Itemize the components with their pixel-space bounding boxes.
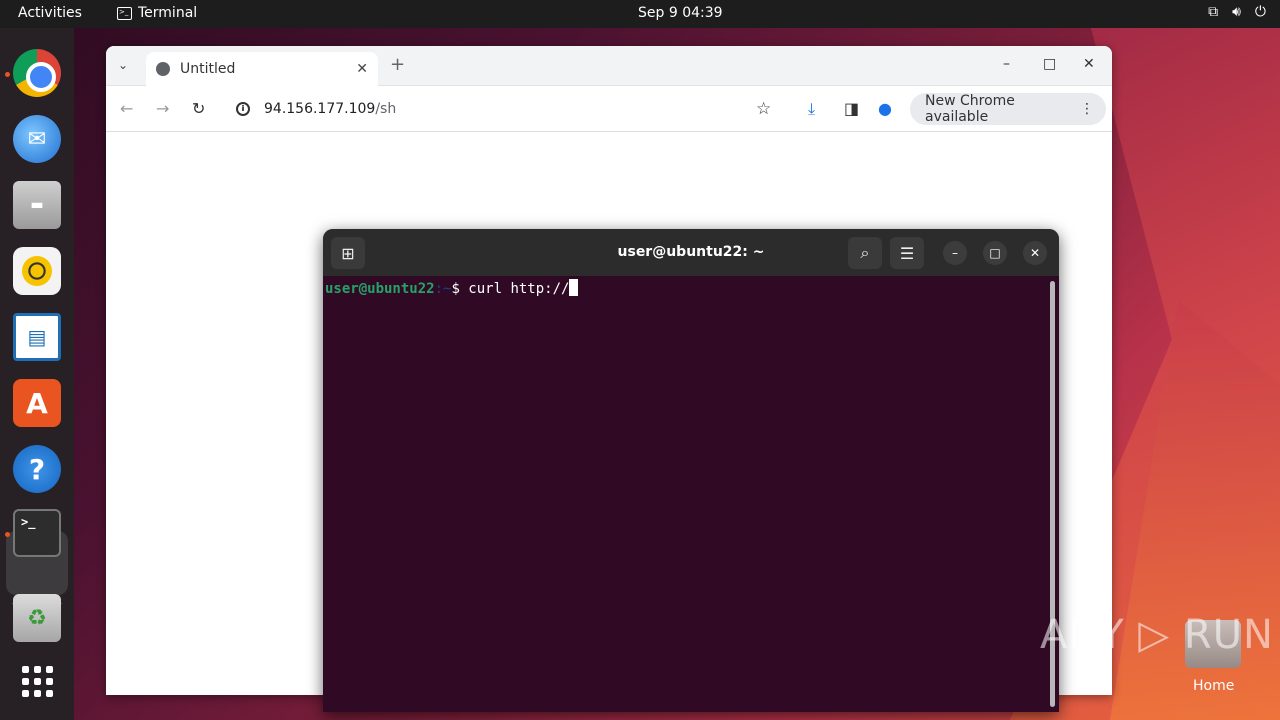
- dock-help[interactable]: ?: [12, 444, 62, 494]
- browser-toolbar: ← → ↻ i 94.156.177.109/sh ☆ ⤓ ◨ ● New Ch…: [106, 86, 1112, 132]
- forward-button[interactable]: →: [156, 99, 169, 118]
- minimize-button[interactable]: –: [943, 241, 967, 265]
- dock-rhythmbox[interactable]: [12, 246, 62, 296]
- clock[interactable]: Sep 9 04:39: [638, 5, 723, 21]
- dock-software[interactable]: A: [12, 378, 62, 428]
- chrome-icon: [13, 49, 61, 97]
- downloads-icon[interactable]: ⤓: [808, 99, 815, 119]
- network-icon: ⧉: [1208, 4, 1219, 20]
- thunderbird-icon: ✉: [13, 115, 61, 163]
- dock: ✉ ▬ ▤ A ? >_ ♻: [0, 28, 74, 720]
- anyrun-watermark: ANY ▷ RUN: [1040, 612, 1274, 658]
- terminal-output[interactable]: user@ubuntu22:~$ curl http://: [323, 276, 1059, 301]
- text-cursor: [569, 279, 579, 296]
- app-menu[interactable]: >_ Terminal: [117, 5, 197, 21]
- url-host: 94.156.177.109: [264, 101, 376, 117]
- terminal-headerbar: ⊞ user@ubuntu22: ~ ⌕ ☰ – □ ✕: [323, 229, 1059, 276]
- dock-files[interactable]: ▬: [12, 180, 62, 230]
- tab-untitled[interactable]: Untitled ✕: [146, 52, 378, 86]
- url-path: /sh: [375, 101, 397, 117]
- maximize-button[interactable]: □: [983, 241, 1007, 265]
- update-chip[interactable]: New Chrome available ⋮: [910, 93, 1106, 125]
- app-name: Terminal: [138, 5, 198, 21]
- terminal-small-icon: >_: [117, 6, 132, 20]
- activities-button[interactable]: Activities: [18, 5, 82, 21]
- files-icon: ▬: [13, 181, 61, 229]
- show-apps-button[interactable]: [12, 656, 62, 706]
- rhythmbox-icon: [13, 247, 61, 295]
- tab-title: Untitled: [180, 61, 236, 77]
- prompt-path: :~: [434, 281, 452, 297]
- power-icon: ⏻: [1254, 4, 1266, 20]
- search-icon[interactable]: ⌕: [848, 237, 882, 269]
- dock-terminal[interactable]: >_: [12, 508, 62, 558]
- top-bar: Activities >_ Terminal Sep 9 04:39 ⧉ 🔊︎ …: [0, 0, 1280, 28]
- prompt-user: user@ubuntu22: [325, 281, 435, 297]
- dock-trash[interactable]: ♻: [12, 593, 62, 643]
- maximize-button[interactable]: □: [1043, 56, 1056, 72]
- tab-strip: ⌄ Untitled ✕ + – □ ✕: [106, 46, 1112, 86]
- running-indicator: [5, 72, 10, 77]
- dock-writer[interactable]: ▤: [12, 312, 62, 362]
- tab-search-icon[interactable]: ⌄: [118, 58, 128, 72]
- profile-icon[interactable]: ●: [878, 99, 892, 118]
- dock-chrome[interactable]: [12, 48, 62, 98]
- app-grid-icon: [21, 665, 53, 697]
- side-panel-icon[interactable]: ◨: [844, 99, 859, 118]
- command-text: curl http://: [468, 281, 570, 297]
- home-label: Home: [1193, 678, 1235, 694]
- libreoffice-writer-icon: ▤: [13, 313, 61, 361]
- close-window-button[interactable]: ✕: [1083, 56, 1095, 72]
- app-center-icon: A: [13, 379, 61, 427]
- volume-icon: 🔊︎: [1232, 4, 1241, 20]
- terminal-window: ⊞ user@ubuntu22: ~ ⌕ ☰ – □ ✕ user@ubuntu…: [323, 229, 1059, 712]
- update-label: New Chrome available: [925, 93, 1015, 125]
- prompt-symbol: $: [451, 281, 469, 297]
- bookmark-star-icon[interactable]: ☆: [756, 99, 771, 119]
- minimize-button[interactable]: –: [1003, 56, 1010, 72]
- terminal-icon: >_: [13, 509, 61, 557]
- reload-button[interactable]: ↻: [192, 99, 205, 118]
- hamburger-menu-icon[interactable]: ☰: [890, 237, 924, 269]
- site-info-icon[interactable]: i: [236, 102, 250, 116]
- system-tray[interactable]: ⧉ 🔊︎ ⏻: [1208, 4, 1266, 20]
- trash-icon: ♻: [13, 594, 61, 642]
- close-tab-icon[interactable]: ✕: [356, 61, 368, 77]
- running-indicator: [5, 532, 10, 537]
- address-bar[interactable]: i 94.156.177.109/sh: [226, 92, 792, 126]
- close-button[interactable]: ✕: [1023, 241, 1047, 265]
- new-tab-button[interactable]: +: [390, 54, 405, 75]
- back-button[interactable]: ←: [120, 99, 133, 118]
- dock-thunderbird[interactable]: ✉: [12, 114, 62, 164]
- help-icon: ?: [13, 445, 61, 493]
- globe-icon: [156, 62, 170, 76]
- kebab-menu-icon[interactable]: ⋮: [1080, 101, 1094, 117]
